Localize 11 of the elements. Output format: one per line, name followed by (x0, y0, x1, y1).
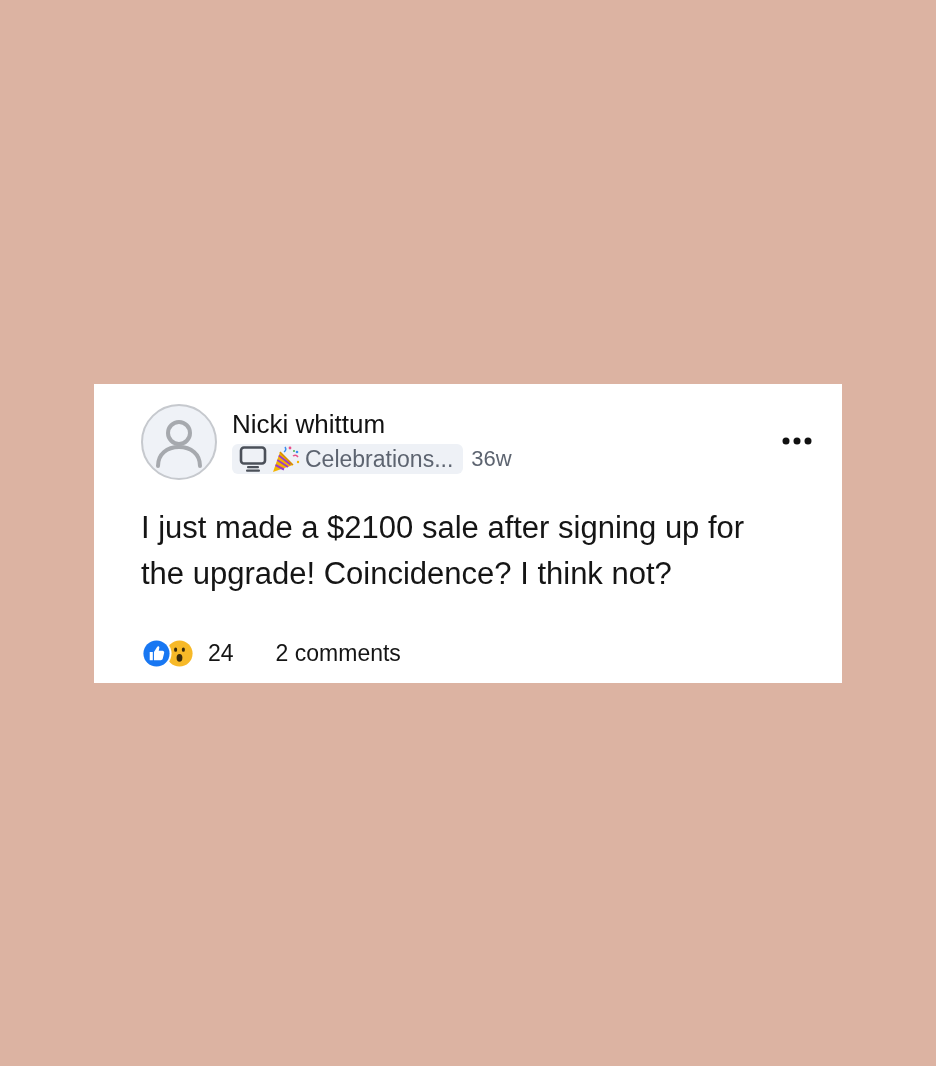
like-reaction-icon (141, 637, 172, 669)
party-popper-icon (271, 444, 301, 473)
author-name[interactable]: Nicki whittum (232, 409, 512, 438)
post-time: 36w (471, 445, 512, 472)
monitor-icon (239, 445, 267, 472)
comments-link[interactable]: 2 comments (275, 639, 401, 667)
group-chip[interactable]: Celebrations... (232, 443, 464, 474)
post-text: I just made a $2100 sale after signing up for the upgrade! Coincidence? I think not? (141, 508, 746, 593)
avatar-icon (141, 403, 217, 480)
reaction-count[interactable]: 24 (208, 639, 234, 667)
more-options-button[interactable] (782, 436, 812, 445)
